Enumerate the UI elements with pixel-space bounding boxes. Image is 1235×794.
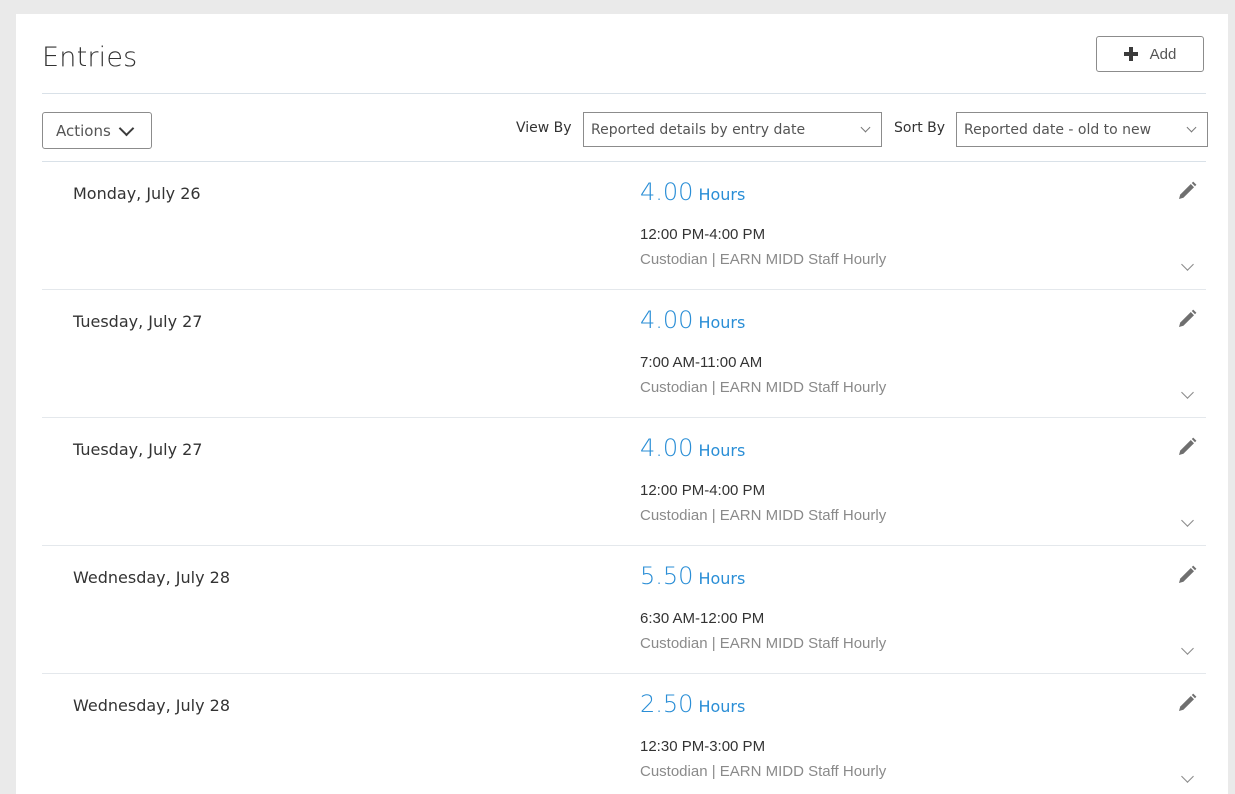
sort-by-select[interactable]: Reported date - old to new <box>956 112 1208 147</box>
entry-date: Monday, July 26 <box>73 184 201 203</box>
sort-by-label: Sort By <box>894 120 946 136</box>
add-button-label: Add <box>1149 45 1177 63</box>
entry-detail: Custodian | EARN MIDD Staff Hourly <box>640 379 887 396</box>
entry-hours-value: 5.50 <box>640 562 694 590</box>
entry-time-range: 12:00 PM-4:00 PM <box>640 482 766 499</box>
entry-hours-value: 4.00 <box>640 178 694 206</box>
chevron-down-icon[interactable] <box>1181 770 1194 783</box>
pencil-icon[interactable] <box>1176 692 1198 714</box>
entry-hours-value: 4.00 <box>640 434 694 462</box>
list-item: Wednesday, July 28 2.50 Hours 12:30 PM-3:… <box>42 674 1206 794</box>
list-item: Wednesday, July 28 5.50 Hours 6:30 AM-12:… <box>42 546 1206 674</box>
list-item: Tuesday, July 27 4.00 Hours 7:00 AM-11:00… <box>42 290 1206 418</box>
entry-hours-unit: Hours <box>698 697 746 716</box>
entries-toolbar: Actions View By Reported details by entr… <box>42 94 1208 162</box>
entry-hours: 2.50 Hours <box>640 690 745 718</box>
page-title: Entries <box>42 42 138 73</box>
chevron-down-icon <box>118 120 135 136</box>
chevron-down-icon <box>860 122 871 133</box>
entry-hours-unit: Hours <box>698 313 746 332</box>
pencil-icon[interactable] <box>1176 180 1198 202</box>
entry-date: Tuesday, July 27 <box>73 312 203 331</box>
entry-hours: 4.00 Hours <box>640 434 745 462</box>
entry-hours-unit: Hours <box>698 441 746 460</box>
entry-hours-unit: Hours <box>698 569 746 588</box>
chevron-down-icon[interactable] <box>1181 514 1194 527</box>
actions-button-label: Actions <box>56 121 111 140</box>
chevron-down-icon[interactable] <box>1181 386 1194 399</box>
entry-detail: Custodian | EARN MIDD Staff Hourly <box>640 251 887 268</box>
entry-date: Wednesday, July 28 <box>73 696 231 715</box>
entry-hours: 5.50 Hours <box>640 562 745 590</box>
entry-detail: Custodian | EARN MIDD Staff Hourly <box>640 507 887 524</box>
view-by-label: View By <box>516 120 572 136</box>
sort-by-value: Reported date - old to new <box>964 121 1152 138</box>
entries-list: Monday, July 26 4.00 Hours 12:00 PM-4:00 … <box>42 162 1206 794</box>
entries-header: Entries Add <box>42 14 1206 94</box>
entry-date: Wednesday, July 28 <box>73 568 231 587</box>
entry-date: Tuesday, July 27 <box>73 440 203 459</box>
entry-hours-value: 4.00 <box>640 306 694 334</box>
entry-detail: Custodian | EARN MIDD Staff Hourly <box>640 763 887 780</box>
entry-hours-unit: Hours <box>698 185 746 204</box>
entries-panel: Entries Add Actions View By Reported det… <box>16 14 1228 794</box>
list-item: Monday, July 26 4.00 Hours 12:00 PM-4:00 … <box>42 162 1206 290</box>
pencil-icon[interactable] <box>1176 564 1198 586</box>
entry-detail: Custodian | EARN MIDD Staff Hourly <box>640 635 887 652</box>
view-by-value: Reported details by entry date <box>591 121 806 138</box>
entry-time-range: 6:30 AM-12:00 PM <box>640 610 765 627</box>
actions-menu-button[interactable]: Actions <box>42 112 152 149</box>
entry-hours: 4.00 Hours <box>640 306 745 334</box>
view-by-select[interactable]: Reported details by entry date <box>583 112 882 147</box>
plus-icon <box>1123 47 1138 61</box>
entry-hours: 4.00 Hours <box>640 178 745 206</box>
list-item: Tuesday, July 27 4.00 Hours 12:00 PM-4:00… <box>42 418 1206 546</box>
entry-time-range: 12:30 PM-3:00 PM <box>640 738 766 755</box>
chevron-down-icon <box>1186 122 1197 133</box>
add-button[interactable]: Add <box>1096 36 1204 72</box>
entry-time-range: 7:00 AM-11:00 AM <box>640 354 763 371</box>
pencil-icon[interactable] <box>1176 436 1198 458</box>
pencil-icon[interactable] <box>1176 308 1198 330</box>
chevron-down-icon[interactable] <box>1181 258 1194 271</box>
chevron-down-icon[interactable] <box>1181 642 1194 655</box>
entry-hours-value: 2.50 <box>640 690 694 718</box>
entry-time-range: 12:00 PM-4:00 PM <box>640 226 766 243</box>
